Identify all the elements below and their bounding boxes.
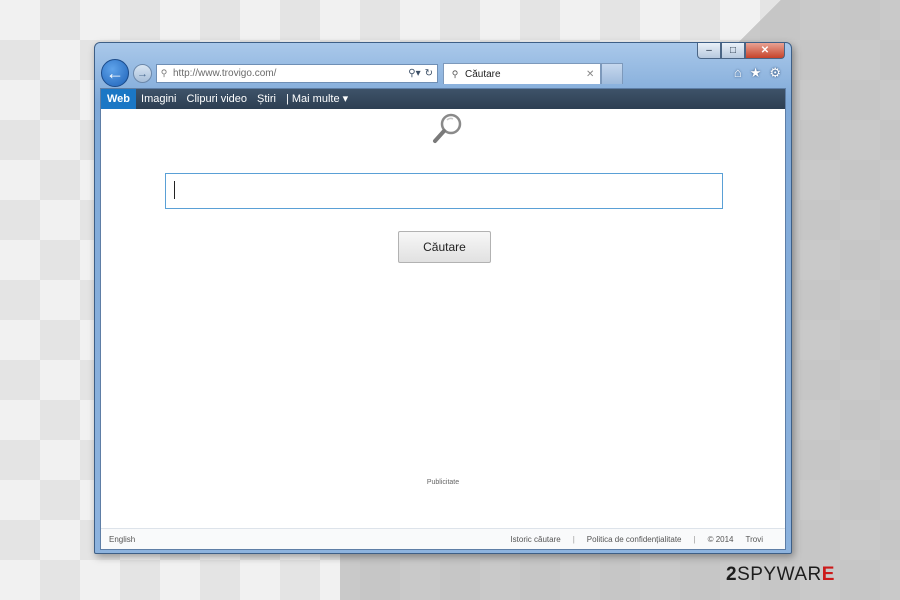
address-url[interactable]: http://www.trovigo.com/ bbox=[171, 68, 408, 79]
new-tab-button[interactable] bbox=[601, 63, 623, 84]
footer-separator: | bbox=[693, 534, 696, 544]
search-menubar: Web Imagini Clipuri video Știri | Mai mu… bbox=[101, 89, 785, 109]
footer-link-trovi[interactable]: Trovi bbox=[740, 535, 769, 544]
minimize-button[interactable]: – bbox=[697, 43, 721, 59]
footer-link-privacy[interactable]: Politica de confidențialitate bbox=[581, 535, 688, 544]
watermark-main: SPYWAR bbox=[737, 564, 822, 585]
watermark-suffix: E bbox=[821, 564, 835, 585]
watermark-prefix: 2 bbox=[726, 564, 738, 585]
gear-icon[interactable]: ⚙ bbox=[769, 65, 781, 81]
search-button[interactable]: Căutare bbox=[398, 231, 491, 263]
tab-search-icon: ⚲ bbox=[451, 68, 459, 79]
text-caret bbox=[174, 181, 175, 199]
watermark-logo: 2SPYWARE bbox=[726, 564, 835, 586]
home-icon[interactable]: ⌂ bbox=[734, 65, 742, 81]
menu-item-mai-multe[interactable]: | Mai multe ▾ bbox=[281, 89, 353, 109]
refresh-icon[interactable]: ↻ bbox=[425, 68, 433, 79]
page-icon: ⚲ bbox=[160, 68, 168, 78]
menu-item-clipuri-video[interactable]: Clipuri video bbox=[182, 89, 253, 109]
page-footer: English Istoric căutare | Politica de co… bbox=[101, 528, 785, 549]
address-bar[interactable]: ⚲ http://www.trovigo.com/ ⚲▾ ↻ bbox=[156, 64, 438, 83]
footer-separator: | bbox=[572, 534, 575, 544]
menu-item-web[interactable]: Web bbox=[101, 89, 137, 109]
menu-item-stiri[interactable]: Știri bbox=[252, 89, 281, 109]
back-arrow-icon: ← bbox=[106, 62, 124, 83]
search-input[interactable] bbox=[165, 173, 723, 209]
tab-cautare[interactable]: ⚲ Căutare ✕ bbox=[443, 63, 601, 84]
forward-button[interactable]: → bbox=[133, 64, 152, 83]
tab-label: Căutare bbox=[465, 68, 501, 80]
footer-link-history[interactable]: Istoric căutare bbox=[504, 535, 566, 544]
maximize-button[interactable]: □ bbox=[721, 43, 745, 59]
browser-tools: ⌂ ★ ⚙ bbox=[734, 65, 781, 81]
ads-label: Publicitate bbox=[426, 479, 460, 486]
page-content: Web Imagini Clipuri video Știri | Mai mu… bbox=[100, 88, 786, 550]
menu-item-imagini[interactable]: Imagini bbox=[136, 89, 181, 109]
window-controls: – □ ✕ bbox=[697, 43, 785, 59]
browser-window: – □ ✕ ← → ⚲ http://www.trovigo.com/ ⚲▾ ↻… bbox=[94, 42, 792, 554]
footer-copyright: © 2014 bbox=[707, 534, 734, 544]
search-icon[interactable]: ⚲▾ bbox=[408, 68, 420, 79]
forward-arrow-icon: → bbox=[137, 67, 148, 80]
back-button[interactable]: ← bbox=[101, 59, 129, 87]
language-link[interactable]: English bbox=[101, 535, 135, 544]
tab-close-icon[interactable]: ✕ bbox=[586, 69, 600, 80]
close-button[interactable]: ✕ bbox=[745, 43, 785, 59]
star-icon[interactable]: ★ bbox=[750, 65, 762, 81]
magnifier-icon bbox=[433, 113, 462, 143]
